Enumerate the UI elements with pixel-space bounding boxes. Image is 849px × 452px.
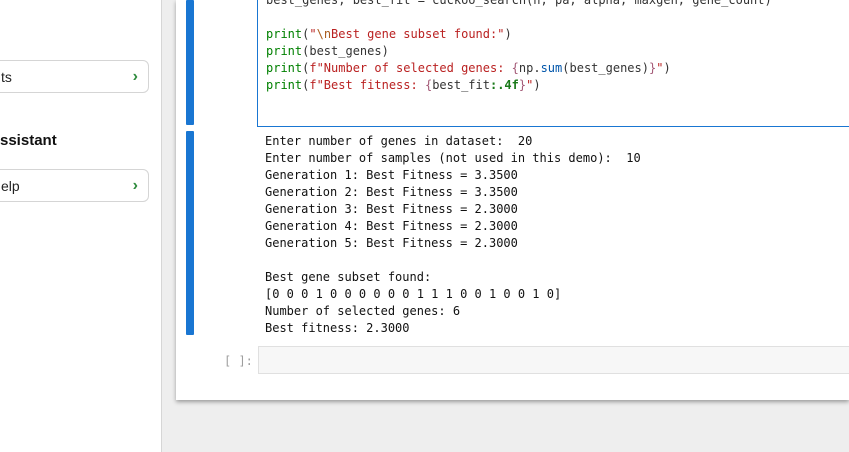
cell-output: Enter number of genes in dataset: 20 Ente… [265, 133, 641, 337]
chevron-right-icon: › [132, 67, 138, 85]
code-cell-selection-bar[interactable] [186, 0, 194, 125]
empty-cell-prompt: [ ]: [224, 354, 253, 368]
code-lines: best_genes, best_fit = cuckoo_search(n, … [266, 0, 772, 94]
code-line: print(f"Best fitness: {best_fit:.4f}") [266, 77, 772, 94]
assistant-section-title: ssistant [0, 132, 57, 149]
code-token: print [266, 78, 303, 92]
code-line: print("\nBest gene subset found:") [266, 26, 772, 43]
code-token: (best_genes) [302, 44, 389, 58]
output-line: Enter number of samples (not used in thi… [265, 151, 641, 165]
output-line: Generation 2: Best Fitness = 3.3500 [265, 185, 518, 199]
code-token: print [266, 27, 303, 41]
code-token: (best_genes) [562, 61, 649, 75]
code-token: np. [518, 61, 541, 75]
sidebar-card-help-label: elp [1, 177, 20, 194]
code-token: print [266, 61, 303, 75]
output-line: Generation 5: Best Fitness = 2.3000 [265, 236, 518, 250]
code-token: :.4f [489, 78, 519, 92]
output-line: Generation 4: Best Fitness = 2.3000 [265, 219, 518, 233]
code-line: best_genes, best_fit = cuckoo_search(n, … [266, 0, 772, 9]
code-token: ) [504, 27, 512, 41]
code-token: Best gene subset found:" [331, 27, 505, 41]
output-line: [0 0 0 1 0 0 0 0 0 0 1 1 1 0 0 1 0 0 1 0… [265, 287, 562, 301]
sidebar-card-1-label: ts [1, 68, 12, 85]
sidebar-card-1[interactable]: ts › [0, 60, 149, 93]
code-token: \n [316, 27, 332, 41]
code-token: best_genes, best_fit = cuckoo_search(n, … [266, 0, 772, 7]
code-cell-editor[interactable]: best_genes, best_fit = cuckoo_search(n, … [257, 0, 849, 127]
output-line: Enter number of genes in dataset: 20 [265, 134, 533, 148]
output-line: Generation 1: Best Fitness = 3.3500 [265, 168, 518, 182]
code-token: f"Number of selected genes: [309, 61, 512, 75]
empty-code-cell-input[interactable] [258, 346, 849, 374]
left-sidebar: ts › ssistant elp › [0, 0, 162, 452]
code-token: print [266, 44, 303, 58]
code-token: sum [540, 61, 563, 75]
output-line: Generation 3: Best Fitness = 2.3000 [265, 202, 518, 216]
output-line: Best gene subset found: [265, 270, 432, 284]
code-token: { [511, 61, 519, 75]
chevron-right-icon: › [132, 176, 138, 194]
output-cell-selection-bar[interactable] [186, 131, 194, 335]
notebook-panel: best_genes, best_fit = cuckoo_search(n, … [176, 0, 849, 400]
output-line: Best fitness: 2.3000 [265, 321, 410, 335]
code-token: ) [663, 61, 671, 75]
code-token: ) [533, 78, 541, 92]
code-token: best_fit [432, 78, 490, 92]
code-line: print(f"Number of selected genes: {np.su… [266, 60, 772, 77]
code-line: print(best_genes) [266, 43, 772, 60]
code-token: f"Best fitness: [309, 78, 425, 92]
output-line: Number of selected genes: 6 [265, 304, 461, 318]
sidebar-card-help[interactable]: elp › [0, 169, 149, 202]
code-token: " [309, 27, 317, 41]
